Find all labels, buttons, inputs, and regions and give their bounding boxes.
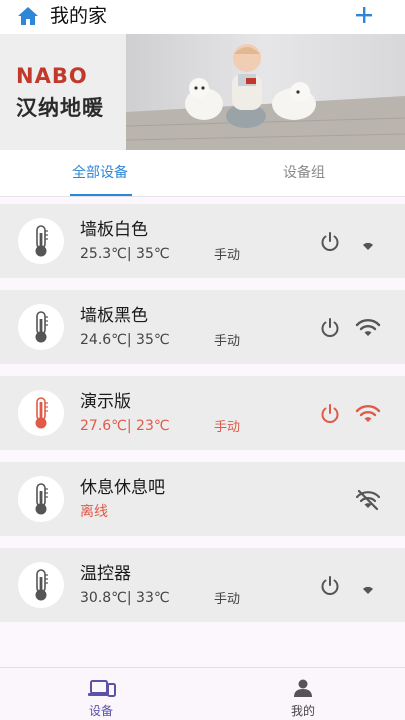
device-mode: 手动 <box>214 592 241 607</box>
add-device-button[interactable] <box>352 3 376 27</box>
brand-logo: NABO 汉纳地暖 <box>0 34 126 150</box>
promo-banner[interactable]: NABO 汉纳地暖 <box>0 34 405 150</box>
tab-all-devices[interactable]: 全部设备 <box>72 164 128 182</box>
device-name: 休息休息吧 <box>80 478 165 498</box>
device-avatar <box>18 304 64 350</box>
nav-devices[interactable]: 设备 <box>0 668 202 720</box>
device-avatar <box>18 562 64 608</box>
tab-device-groups[interactable]: 设备组 <box>283 164 325 182</box>
device-card[interactable]: 温控器 30.8℃| 33℃ 手动 <box>0 548 405 622</box>
wifi-icon <box>355 319 381 336</box>
brand-logo-cn: 汉纳地暖 <box>16 96 104 120</box>
app-header: 我的家 <box>0 0 405 34</box>
page-title: 我的家 <box>50 5 108 27</box>
power-icon[interactable] <box>319 575 341 597</box>
device-avatar <box>18 218 64 264</box>
device-name: 温控器 <box>80 564 131 584</box>
device-mode: 手动 <box>214 248 241 263</box>
wifi-weak-icon <box>363 242 373 250</box>
thermometer-icon <box>35 483 48 515</box>
nav-mine[interactable]: 我的 <box>202 668 404 720</box>
device-mode: 手动 <box>214 334 241 349</box>
device-card[interactable]: 演示版 27.6℃| 23℃ 手动 <box>0 376 405 450</box>
wifi-off-icon <box>355 489 381 511</box>
device-name: 墙板白色 <box>80 220 148 240</box>
banner-photo <box>126 34 405 150</box>
device-offline-status: 离线 <box>80 504 108 520</box>
nav-mine-label: 我的 <box>290 704 315 718</box>
device-mode: 手动 <box>214 420 241 435</box>
device-card[interactable]: 休息休息吧 离线 <box>0 462 405 536</box>
device-avatar <box>18 390 64 436</box>
wifi-icon <box>355 405 381 422</box>
device-card[interactable]: 墙板黑色 24.6℃| 35℃ 手动 <box>0 290 405 364</box>
tab-active-indicator <box>70 194 132 196</box>
device-name: 演示版 <box>80 392 131 412</box>
bottom-nav: 设备 我的 <box>0 667 405 720</box>
device-temperature: 27.6℃| 23℃ <box>80 418 170 434</box>
wifi-weak-icon <box>363 586 373 594</box>
device-temperature: 24.6℃| 35℃ <box>80 332 170 348</box>
thermometer-hot-icon <box>35 397 48 429</box>
devices-icon <box>88 680 116 697</box>
device-temperature: 30.8℃| 33℃ <box>80 590 170 606</box>
nav-devices-label: 设备 <box>88 704 113 718</box>
brand-logo-en: NABO <box>16 64 88 88</box>
person-icon <box>294 679 312 697</box>
power-icon[interactable] <box>319 231 341 253</box>
tab-bar: 全部设备 设备组 <box>0 150 405 197</box>
device-name: 墙板黑色 <box>80 306 148 326</box>
device-card[interactable]: 墙板白色 25.3℃| 35℃ 手动 <box>0 204 405 278</box>
device-temperature: 25.3℃| 35℃ <box>80 246 170 262</box>
thermometer-icon <box>35 569 48 601</box>
home-icon[interactable] <box>17 6 39 26</box>
device-avatar <box>18 476 64 522</box>
power-icon[interactable] <box>319 403 341 425</box>
thermometer-icon <box>35 225 48 257</box>
power-icon[interactable] <box>319 317 341 339</box>
thermometer-icon <box>35 311 48 343</box>
